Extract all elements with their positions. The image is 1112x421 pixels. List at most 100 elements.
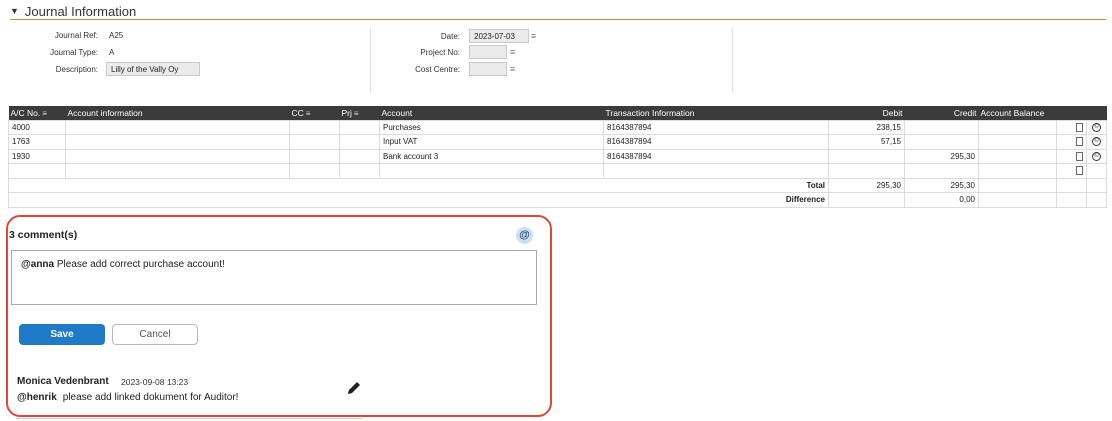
pencil-icon[interactable] [346, 380, 362, 396]
comment-text: @henrik please add linked dokument for Au… [17, 392, 238, 403]
prj-cell[interactable] [339, 134, 380, 150]
total-label: Total [8, 177, 829, 193]
table-row[interactable]: 1763 Input VAT 8164387894 57,15 © [8, 134, 1107, 150]
comment-date: 2023-09-08 13:23 [121, 377, 189, 387]
menu-icon[interactable]: ≡ [510, 48, 515, 57]
menu-icon[interactable]: ≡ [531, 32, 536, 41]
col-prj[interactable]: Prj ≡ [339, 106, 380, 120]
date-label: Date: [440, 32, 460, 41]
account-info-cell[interactable] [65, 134, 290, 150]
account-cell[interactable]: Bank account 3 [379, 148, 604, 164]
table-row[interactable]: 1930 Bank account 3 8164387894 295,30 © [8, 148, 1107, 164]
project-label: Project No: [420, 48, 460, 57]
doc-cell [1056, 192, 1087, 208]
cc-cell[interactable] [289, 163, 340, 179]
journal-type-value: A [109, 48, 115, 57]
credit-cell[interactable] [904, 163, 979, 179]
col-doc [1056, 106, 1087, 120]
comment-input[interactable]: @anna Please add correct purchase accoun… [11, 250, 537, 305]
col-action [1086, 106, 1107, 120]
ac-no-cell[interactable] [8, 163, 66, 179]
account-info-cell[interactable] [65, 163, 290, 179]
col-debit[interactable]: Debit [828, 106, 905, 120]
col-account[interactable]: Account [379, 106, 604, 120]
ac-no-cell[interactable]: 1930 [8, 148, 66, 164]
col-cc[interactable]: CC ≡ [289, 106, 340, 120]
document-icon[interactable] [1076, 122, 1083, 132]
caret-down-icon[interactable]: ▼ [10, 6, 19, 16]
trans-info-cell[interactable] [603, 163, 829, 179]
balance-cell [978, 148, 1057, 164]
section-title: Journal Information [24, 3, 137, 19]
account-cell[interactable]: Input VAT [379, 134, 604, 150]
credit-cell[interactable]: 295,30 [904, 148, 979, 164]
menu-icon[interactable]: ≡ [354, 109, 359, 118]
section-header[interactable]: ▼ Journal Information [10, 3, 1106, 20]
journal-ref-label: Journal Ref: [54, 31, 98, 40]
debit-cell[interactable] [828, 148, 905, 164]
project-field[interactable] [469, 45, 507, 59]
balance-cell [978, 134, 1057, 150]
credit-cell[interactable] [904, 134, 979, 150]
menu-icon[interactable]: ≡ [306, 109, 311, 118]
balance-cell [978, 192, 1057, 208]
doc-cell [1056, 177, 1087, 193]
circle-c-icon[interactable]: © [1092, 151, 1101, 161]
journal-type-label: Journal Type: [50, 48, 98, 57]
document-icon[interactable] [1076, 151, 1083, 161]
mention-tag: @anna [21, 259, 55, 270]
table-row[interactable]: 4000 Purchases 8164387894 238,15 © [8, 119, 1107, 135]
table-row-empty[interactable] [8, 163, 1107, 179]
trans-info-cell[interactable]: 8164387894 [603, 134, 829, 150]
mention-icon[interactable]: @ [516, 227, 533, 244]
cc-cell[interactable] [289, 148, 340, 164]
menu-icon[interactable]: ≡ [42, 109, 47, 118]
cc-cell[interactable] [289, 119, 340, 135]
prj-cell[interactable] [339, 148, 380, 164]
comment-author: Monica Vedenbrant [17, 376, 109, 387]
document-icon[interactable] [1076, 166, 1083, 176]
account-info-cell[interactable] [65, 148, 290, 164]
save-button[interactable]: Save [19, 324, 105, 345]
difference-debit [828, 192, 905, 208]
col-ac-no[interactable]: A/C No. ≡ [8, 106, 66, 120]
cost-centre-label: Cost Centre: [415, 65, 460, 74]
ac-no-cell[interactable]: 1763 [8, 134, 66, 150]
account-cell[interactable] [379, 163, 604, 179]
debit-cell[interactable]: 238,15 [828, 119, 905, 135]
cc-cell[interactable] [289, 134, 340, 150]
cancel-button[interactable]: Cancel [112, 324, 198, 345]
total-row: Total 295,30 295,30 [8, 177, 1107, 193]
menu-icon[interactable]: ≡ [510, 65, 515, 74]
balance-cell [978, 177, 1057, 193]
col-credit[interactable]: Credit [904, 106, 979, 120]
account-info-cell[interactable] [65, 119, 290, 135]
debit-cell[interactable] [828, 163, 905, 179]
credit-cell[interactable] [904, 119, 979, 135]
trans-info-cell[interactable]: 8164387894 [603, 148, 829, 164]
action-cell [1086, 192, 1107, 208]
debit-cell[interactable]: 57,15 [828, 134, 905, 150]
prj-cell[interactable] [339, 119, 380, 135]
comment-body: please add linked dokument for Auditor! [62, 392, 239, 403]
prj-cell[interactable] [339, 163, 380, 179]
col-balance[interactable]: Account Balance [978, 106, 1057, 120]
action-cell [1086, 177, 1107, 193]
difference-label: Difference [8, 192, 829, 208]
description-field[interactable]: Lilly of the Vally Oy [106, 62, 200, 76]
difference-row: Difference 0,00 [8, 192, 1107, 208]
document-icon[interactable] [1076, 137, 1083, 147]
cost-centre-field[interactable] [469, 62, 507, 76]
circle-c-icon[interactable]: © [1092, 137, 1101, 147]
ac-no-cell[interactable]: 4000 [8, 119, 66, 135]
account-cell[interactable]: Purchases [379, 119, 604, 135]
mention-tag: @henrik [17, 392, 57, 403]
comment-panel: 3 comment(s) @ @anna Please add correct … [6, 215, 552, 417]
circle-c-icon[interactable]: © [1092, 122, 1101, 132]
transaction-table: A/C No. ≡ Account information CC ≡ Prj ≡ Ac… [8, 106, 1107, 208]
trans-info-cell[interactable]: 8164387894 [603, 119, 829, 135]
col-account-info[interactable]: Account information [65, 106, 290, 120]
date-field[interactable]: 2023-07-03 [469, 29, 529, 43]
divider [732, 28, 733, 92]
col-trans-info[interactable]: Transaction Information [603, 106, 829, 120]
